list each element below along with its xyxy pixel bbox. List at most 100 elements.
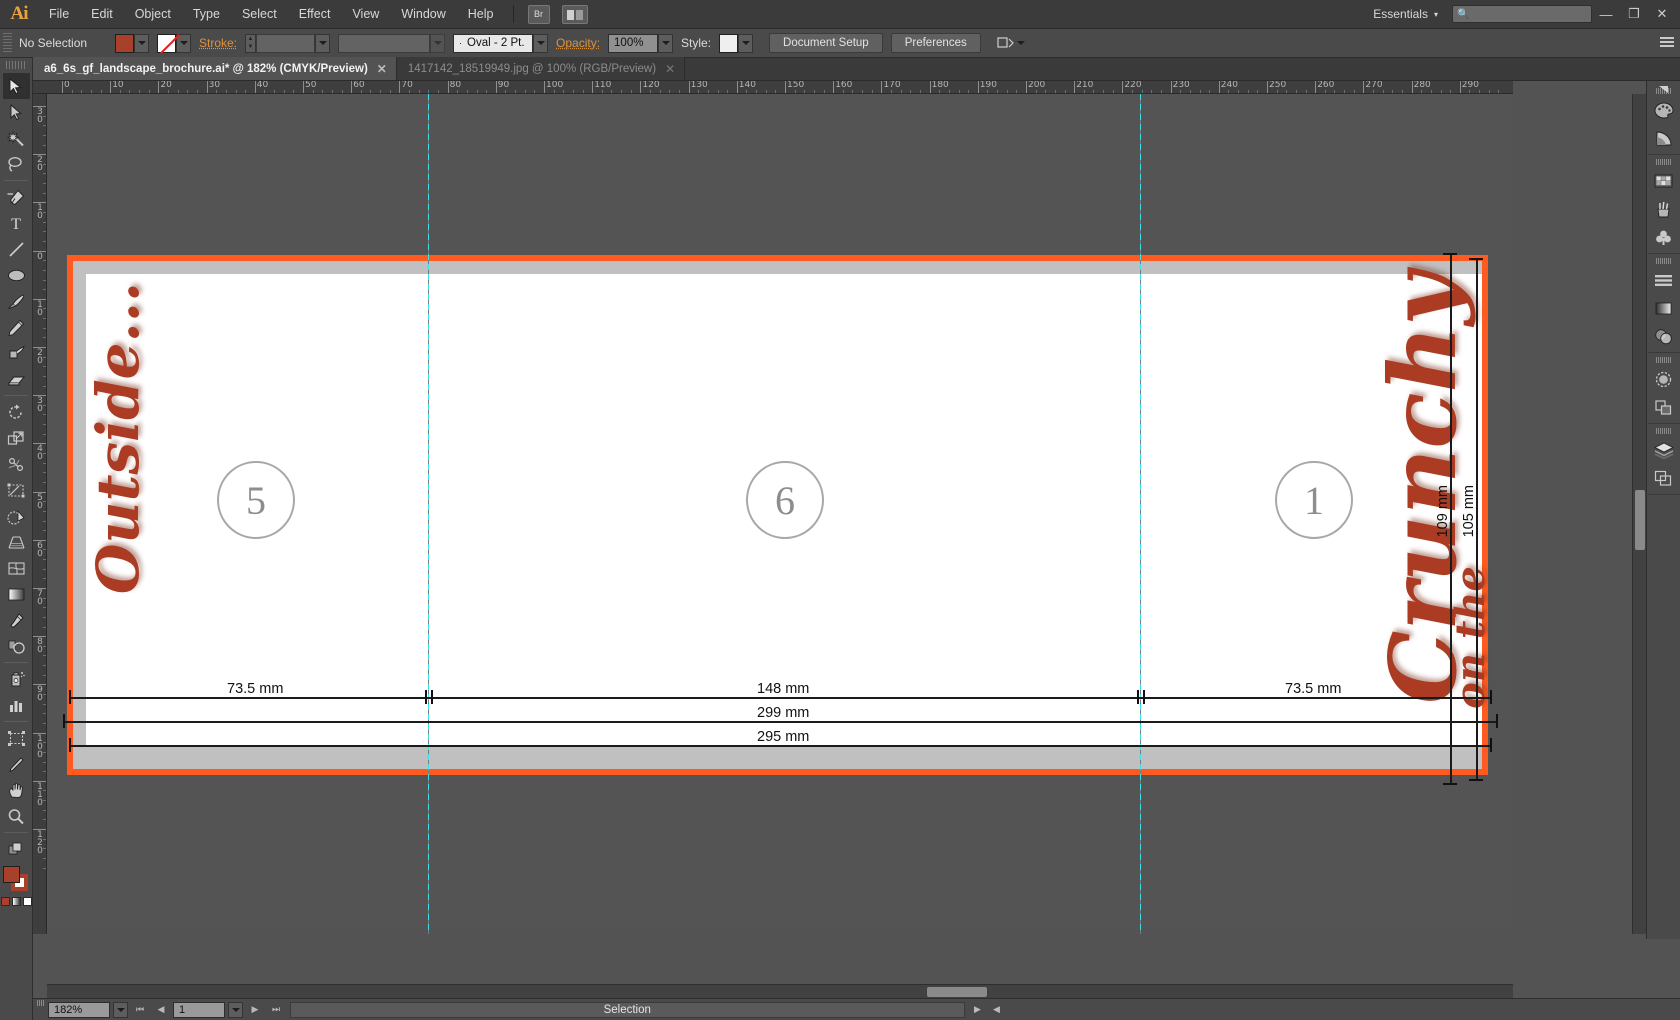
transform-icon[interactable] (997, 35, 1015, 51)
align-panel-icon[interactable] (1649, 266, 1679, 294)
previous-artboard-button[interactable]: ◀ (152, 1002, 170, 1018)
direct-selection-tool[interactable] (3, 99, 30, 125)
stroke-profile-field[interactable] (338, 33, 431, 53)
horizontal-scrollbar-thumb[interactable] (927, 987, 987, 997)
close-icon[interactable]: ✕ (377, 62, 387, 76)
swatches-panel-icon[interactable] (1649, 167, 1679, 195)
next-artboard-button[interactable]: ▶ (246, 1002, 264, 1018)
menu-select[interactable]: Select (231, 0, 288, 29)
hand-tool[interactable] (3, 777, 30, 803)
rotate-tool[interactable] (3, 399, 30, 425)
menu-help[interactable]: Help (457, 0, 505, 29)
pencil-tool[interactable] (3, 314, 30, 340)
fill-color-swatch[interactable] (115, 33, 134, 53)
dock-group-grip[interactable] (1655, 428, 1672, 434)
width-tool[interactable] (3, 451, 30, 477)
horizontal-ruler[interactable]: 0 10 20 30 40 50 60 70 80 90 100 110 120 130 140 150 160… (33, 81, 1513, 94)
bridge-icon[interactable]: Br (527, 4, 550, 24)
magic-wand-tool[interactable] (3, 125, 30, 151)
vertical-scrollbar[interactable] (1632, 94, 1646, 934)
eyedropper-tool[interactable] (3, 607, 30, 633)
ellipse-tool[interactable] (3, 262, 30, 288)
dock-collapse-button[interactable] (1646, 81, 1680, 97)
brush-definition-field[interactable]: · Oval - 2 Pt. (453, 33, 534, 53)
stroke-weight-dropdown-icon[interactable] (315, 33, 331, 53)
symbols-panel-icon[interactable] (1649, 223, 1679, 251)
close-icon[interactable]: ✕ (665, 62, 675, 76)
opacity-dropdown-icon[interactable] (658, 33, 674, 53)
status-collapse-icon[interactable]: ◀ (989, 1002, 1005, 1018)
status-expand-icon[interactable]: ▶ (970, 1002, 986, 1018)
brushes-panel-icon[interactable] (1649, 195, 1679, 223)
vertical-scrollbar-thumb[interactable] (1635, 490, 1645, 550)
transform-dropdown-icon[interactable] (1015, 34, 1027, 53)
gradient-panel-icon[interactable] (1649, 294, 1679, 322)
menu-type[interactable]: Type (182, 0, 231, 29)
scale-tool[interactable] (3, 425, 30, 451)
zoom-level-field[interactable]: 182% (48, 1001, 110, 1018)
eraser-tool[interactable] (3, 366, 30, 392)
zoom-dropdown-icon[interactable] (113, 1001, 128, 1018)
opacity-label[interactable]: Opacity: (556, 36, 600, 50)
shape-builder-tool[interactable] (3, 503, 30, 529)
transparency-panel-icon[interactable] (1649, 322, 1679, 350)
artboard-tool[interactable] (3, 725, 30, 751)
tools-panel-grip[interactable] (6, 61, 26, 69)
line-segment-tool[interactable] (3, 236, 30, 262)
tab-document-2[interactable]: 1417142_18519949.jpg @ 100% (RGB/Preview… (396, 57, 686, 80)
none-button[interactable] (22, 897, 32, 906)
arrange-documents-icon[interactable] (561, 4, 588, 24)
first-artboard-button[interactable]: ⏮ (131, 1002, 149, 1018)
control-bar-grip[interactable] (3, 33, 12, 53)
change-screen-mode-icon[interactable] (3, 836, 30, 862)
status-bar-grip[interactable] (37, 1000, 45, 1006)
menu-effect[interactable]: Effect (288, 0, 342, 29)
artboards-panel-icon[interactable] (1649, 464, 1679, 492)
selection-tool[interactable] (2, 73, 30, 99)
status-text[interactable]: Selection (290, 1001, 965, 1018)
pen-tool[interactable] (3, 184, 30, 210)
document-setup-button[interactable]: Document Setup (769, 33, 883, 53)
style-dropdown-icon[interactable] (738, 33, 754, 53)
pathfinder-panel-icon[interactable] (1649, 393, 1679, 421)
appearance-panel-icon[interactable] (1649, 365, 1679, 393)
type-tool[interactable]: T (3, 210, 30, 236)
color-swatch-button[interactable] (0, 897, 10, 906)
gradient-tool[interactable] (3, 581, 30, 607)
dock-group-grip[interactable] (1655, 159, 1672, 165)
stroke-weight-field[interactable] (256, 33, 316, 53)
gradient-button[interactable] (11, 897, 21, 906)
layers-panel-icon[interactable] (1649, 436, 1679, 464)
preferences-button[interactable]: Preferences (890, 33, 981, 53)
color-guide-panel-icon[interactable] (1649, 124, 1679, 152)
artboard-number-field[interactable]: 1 (173, 1001, 225, 1018)
panel-menu-icon[interactable] (1660, 37, 1674, 49)
dock-group-grip[interactable] (1655, 258, 1672, 264)
zoom-tool[interactable] (3, 803, 30, 829)
tab-document-1[interactable]: a6_6s_gf_landscape_brochure.ai* @ 182% (… (33, 57, 397, 80)
window-restore-button[interactable]: ❐ (1620, 0, 1648, 29)
search-input[interactable]: 🔍 (1452, 5, 1592, 23)
color-panel-icon[interactable] (1649, 96, 1679, 124)
artboard-dropdown-icon[interactable] (228, 1001, 243, 1018)
guide-left[interactable] (428, 94, 429, 934)
fill-stroke-indicator[interactable] (2, 866, 30, 893)
window-minimize-button[interactable]: — (1592, 0, 1620, 29)
fill-dropdown-icon[interactable] (134, 33, 149, 53)
menu-file[interactable]: File (38, 0, 80, 29)
blend-tool[interactable] (3, 633, 30, 659)
fill-indicator-swatch[interactable] (2, 866, 20, 883)
stroke-weight-label[interactable]: Stroke: (199, 36, 237, 50)
last-artboard-button[interactable]: ⏭ (267, 1002, 285, 1018)
opacity-field[interactable]: 100% (608, 33, 659, 53)
menu-object[interactable]: Object (124, 0, 182, 29)
brush-definition-dropdown-icon[interactable] (533, 33, 549, 53)
menu-edit[interactable]: Edit (80, 0, 124, 29)
workspace-switcher[interactable]: Essentials ▾ (1365, 7, 1446, 21)
graphic-style-swatch[interactable] (719, 33, 739, 53)
free-transform-tool[interactable] (3, 477, 30, 503)
dock-group-grip[interactable] (1655, 357, 1672, 363)
lasso-tool[interactable] (3, 151, 30, 177)
horizontal-scrollbar[interactable] (47, 984, 1513, 998)
column-graph-tool[interactable] (3, 692, 30, 718)
